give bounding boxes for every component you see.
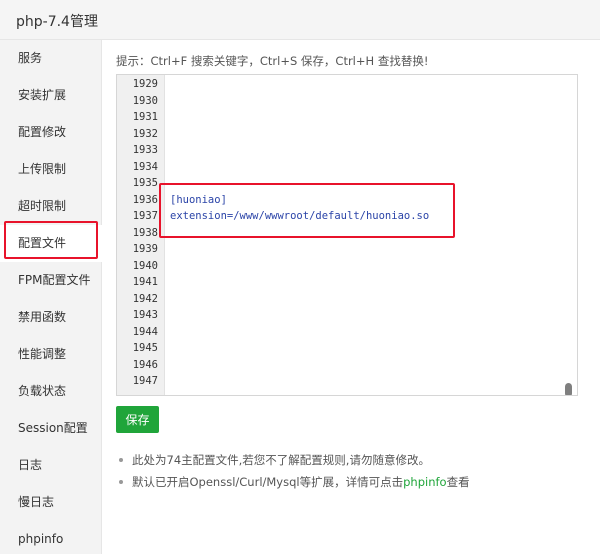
line-number: 1933 (132, 144, 158, 156)
line-number: 1943 (132, 309, 158, 321)
sidebar-item-phpinfo[interactable]: phpinfo (0, 521, 102, 554)
editor-scrollbar[interactable] (565, 77, 575, 395)
editor-shortcut-tip: 提示：Ctrl+F 搜索关键字，Ctrl+S 保存，Ctrl+H 查找替换! (116, 54, 429, 68)
line-number: 1932 (132, 127, 158, 140)
line-number: 1938 (132, 226, 158, 239)
line-number: 1930 (132, 94, 158, 107)
sidebar-item-upload-limit[interactable]: 上传限制 (0, 151, 102, 188)
sidebar-item-log[interactable]: 日志 (0, 447, 102, 484)
line-number: 1947 (132, 375, 158, 387)
bullet-icon (119, 458, 123, 462)
line-number: 1940 (132, 259, 158, 272)
note-text: 查看 (446, 475, 470, 489)
line-number: 1941 (132, 276, 158, 288)
save-button[interactable]: 保存 (116, 406, 159, 433)
sidebar-item-config-file[interactable]: 配置文件 (0, 225, 102, 262)
sidebar-item-disabled-functions[interactable]: 禁用函数 (0, 299, 102, 336)
line-number: 1934 (132, 160, 158, 173)
config-code-editor[interactable]: 1929 1930 1931 1932 1933 1934 1935 1936 … (116, 74, 578, 396)
line-number: 1931 (132, 111, 158, 123)
note-text: 默认已开启Openssl/Curl/Mysql等扩展，详情可点击 (132, 475, 404, 489)
sidebar-item-install-extension[interactable]: 安装扩展 (0, 77, 102, 114)
note-text: 此处为74主配置文件,若您不了解配置规则,请勿随意修改。 (132, 453, 430, 467)
line-number: 1929 (132, 78, 158, 90)
line-number: 1937 (132, 210, 158, 222)
line-number-gutter: 1929 1930 1931 1932 1933 1934 1935 1936 … (117, 75, 165, 395)
editor-scroll-thumb[interactable] (565, 383, 572, 395)
sidebar-item-slow-log[interactable]: 慢日志 (0, 484, 102, 521)
sidebar-item-config-edit[interactable]: 配置修改 (0, 114, 102, 151)
bullet-icon (119, 480, 123, 484)
window-titlebar: php-7.4管理 (0, 0, 600, 40)
sidebar-item-load-status[interactable]: 负载状态 (0, 373, 102, 410)
help-notes: 此处为74主配置文件,若您不了解配置规则,请勿随意修改。 默认已开启Openss… (118, 449, 588, 493)
sidebar-item-timeout-limit[interactable]: 超时限制 (0, 188, 102, 225)
code-line[interactable]: extension=/www/wwwroot/default/huoniao.s… (170, 209, 429, 223)
sidebar-item-performance-tuning[interactable]: 性能调整 (0, 336, 102, 373)
line-number: 1939 (132, 243, 158, 255)
sidebar-item-fpm-config-file[interactable]: FPM配置文件 (0, 262, 102, 299)
line-number: 1944 (132, 325, 158, 338)
line-number: 1946 (132, 358, 158, 371)
line-number: 1936 (132, 193, 158, 206)
phpinfo-link[interactable]: phpinfo (403, 475, 446, 489)
note-item: 默认已开启Openssl/Curl/Mysql等扩展，详情可点击phpinfo查… (118, 471, 588, 493)
code-line[interactable]: [huoniao] (170, 193, 227, 207)
line-number: 1945 (132, 342, 158, 354)
sidebar: 服务 安装扩展 配置修改 上传限制 超时限制 配置文件 FPM配置文件 禁用函数… (0, 40, 102, 554)
sidebar-item-session-config[interactable]: Session配置 (0, 410, 102, 447)
line-number: 1935 (132, 177, 158, 189)
line-number: 1942 (132, 292, 158, 305)
sidebar-item-service[interactable]: 服务 (0, 40, 102, 77)
note-item: 此处为74主配置文件,若您不了解配置规则,请勿随意修改。 (118, 449, 588, 471)
window-title: php-7.4管理 (16, 14, 98, 30)
